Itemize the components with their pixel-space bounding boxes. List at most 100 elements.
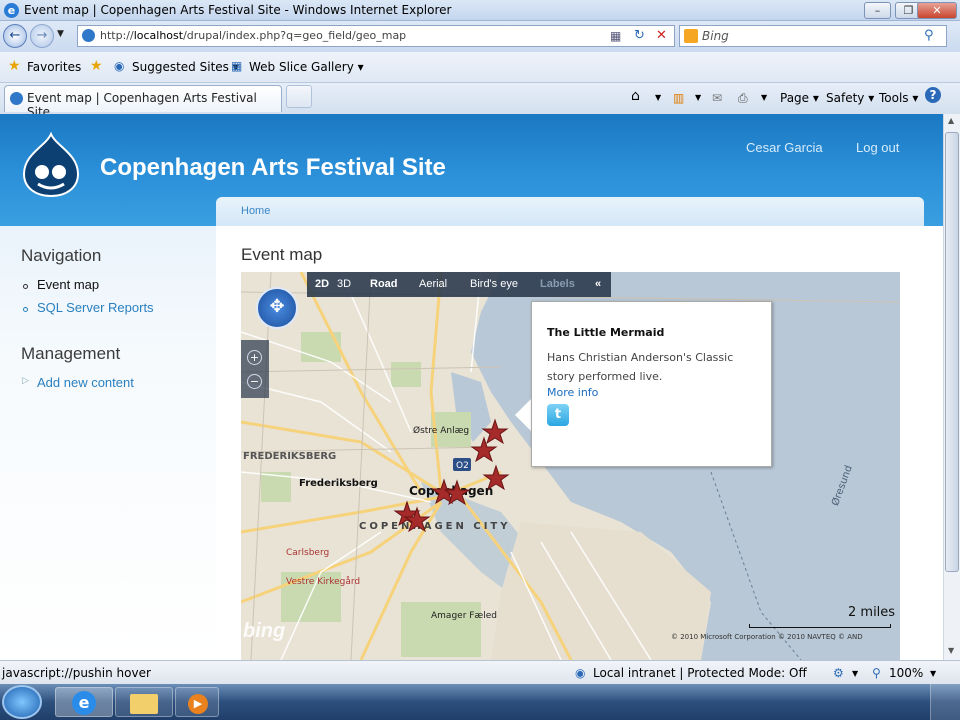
map-copyright: © 2010 Microsoft Corporation © 2010 NAVT… xyxy=(671,633,863,641)
tab-bar: Event map | Copenhagen Arts Festival Sit… xyxy=(0,83,960,119)
web-page: Copenhagen Arts Festival Site Cesar Garc… xyxy=(0,114,943,660)
feeds-dropdown-icon[interactable]: ▼ xyxy=(695,93,701,102)
protected-mode-icon[interactable]: ⚙ xyxy=(833,666,844,680)
tools-menu[interactable]: Tools ▾ xyxy=(879,91,918,105)
map-label: Amager Fæled xyxy=(431,611,497,621)
status-dropdown-icon[interactable]: ▼ xyxy=(852,669,858,678)
map-view-toolbar: 2D 3D Road Aerial Bird's eye Labels « xyxy=(307,272,611,297)
print-dropdown-icon[interactable]: ▼ xyxy=(761,93,767,102)
map-view-aerial[interactable]: Aerial xyxy=(419,278,447,290)
feeds-icon[interactable]: ▥ xyxy=(673,91,684,105)
add-favorite-icon[interactable]: ★ xyxy=(90,58,103,74)
page-scrollbar[interactable]: ▲ ▼ xyxy=(943,114,960,660)
map-mode-2d[interactable]: 2D xyxy=(315,278,329,290)
bullet-icon xyxy=(23,284,28,289)
map-label: Vestre Kirkegård xyxy=(286,576,360,587)
map-scale-label: 2 miles xyxy=(848,605,896,620)
back-button[interactable]: ← xyxy=(3,24,27,48)
url-text: http://localhost/drupal/index.php?q=geo_… xyxy=(100,29,407,42)
tab-event-map[interactable]: Event map | Copenhagen Arts Festival Sit… xyxy=(4,85,282,119)
forward-button[interactable]: → xyxy=(30,24,54,48)
security-zone[interactable]: Local intranet | Protected Mode: Off xyxy=(593,666,807,680)
popup-description: Hans Christian Anderson's Classic story … xyxy=(547,351,734,383)
map-zoom-control: + − xyxy=(241,340,269,398)
navigation-title: Navigation xyxy=(21,246,102,265)
twitter-icon[interactable]: t xyxy=(547,404,569,426)
management-item-add-new-content[interactable]: Add new content xyxy=(37,375,134,390)
zoom-out-icon[interactable]: − xyxy=(247,374,262,389)
taskbar-media-player-icon[interactable]: ▶ xyxy=(175,687,219,717)
bing-map[interactable]: FREDERIKSBERG Frederiksberg Copenhagen C… xyxy=(241,272,900,660)
more-info-link[interactable]: More info xyxy=(547,386,598,399)
search-icon[interactable]: ⚲ xyxy=(924,28,934,43)
nav-item-sql-server-reports[interactable]: SQL Server Reports xyxy=(37,300,154,315)
drupal-logo-icon[interactable] xyxy=(22,132,80,198)
zoom-level[interactable]: 100% xyxy=(889,666,923,680)
zoom-dropdown-icon[interactable]: ▼ xyxy=(930,669,936,678)
logout-link[interactable]: Log out xyxy=(856,140,899,155)
help-icon[interactable]: ? xyxy=(925,87,941,103)
search-input[interactable]: Bing xyxy=(702,29,729,43)
zoom-in-icon[interactable]: + xyxy=(247,350,262,365)
map-label: Østre Anlæg xyxy=(413,425,469,436)
main-content: Event map FREDERIKSBERG Frederiksberg CO… xyxy=(216,226,924,660)
svg-text:O2: O2 xyxy=(456,461,469,471)
breadcrumb-bar: Home xyxy=(216,197,924,227)
page-icon xyxy=(82,29,95,42)
suggested-sites-link[interactable]: Suggested Sites ▾ xyxy=(132,60,239,74)
home-dropdown-icon[interactable]: ▼ xyxy=(655,93,661,102)
compatibility-view-icon[interactable]: ▦ xyxy=(610,29,621,43)
scrollbar-thumb[interactable] xyxy=(945,132,959,572)
map-view-road[interactable]: Road xyxy=(370,278,398,290)
show-desktop-button[interactable] xyxy=(930,684,960,720)
map-pan-compass-icon[interactable]: ✥ xyxy=(256,287,298,329)
collapsed-arrow-icon: ▷ xyxy=(22,376,29,386)
page-menu[interactable]: Page ▾ xyxy=(780,91,819,105)
map-scale-bar xyxy=(749,624,891,628)
web-slice-gallery-link[interactable]: Web Slice Gallery ▾ xyxy=(249,60,364,74)
taskbar-explorer-icon[interactable] xyxy=(115,687,173,717)
map-labels-toggle[interactable]: Labels xyxy=(540,278,575,290)
print-icon[interactable]: ⎙ xyxy=(738,91,748,106)
web-slice-icon: ▦ xyxy=(231,59,243,73)
map-label: FREDERIKSBERG xyxy=(243,451,336,462)
window-title-bar: e Event map | Copenhagen Arts Festival S… xyxy=(0,0,960,21)
favorites-bar: ★ Favorites ★ ◉ Suggested Sites ▾ ▦ Web … xyxy=(0,52,960,83)
map-mode-3d[interactable]: 3D xyxy=(337,278,351,290)
new-tab-button[interactable] xyxy=(286,85,312,108)
breadcrumb-home[interactable]: Home xyxy=(241,205,270,217)
history-dropdown-icon[interactable]: ▼ xyxy=(57,29,64,39)
sidebar: Navigation Event map SQL Server Reports … xyxy=(0,226,216,660)
minimize-button[interactable]: – xyxy=(864,2,891,19)
popup-title: The Little Mermaid xyxy=(547,326,665,339)
safety-menu[interactable]: Safety ▾ xyxy=(826,91,874,105)
map-view-birds-eye[interactable]: Bird's eye xyxy=(470,278,518,290)
taskbar-ie-icon[interactable]: e xyxy=(55,687,113,717)
stop-icon[interactable]: ✕ xyxy=(656,28,667,43)
scroll-down-icon[interactable]: ▼ xyxy=(948,646,954,655)
close-window-button[interactable]: ✕ xyxy=(917,2,957,19)
page-title: Event map xyxy=(241,245,323,264)
window-title: Event map | Copenhagen Arts Festival Sit… xyxy=(24,3,452,17)
status-url: javascript://pushin hover xyxy=(2,666,151,680)
nav-item-event-map[interactable]: Event map xyxy=(37,277,99,292)
search-box[interactable]: Bing ⚲ xyxy=(679,25,947,47)
site-name[interactable]: Copenhagen Arts Festival Site xyxy=(100,154,446,182)
scroll-up-icon[interactable]: ▲ xyxy=(948,116,954,125)
address-bar[interactable]: http://localhost/drupal/index.php?q=geo_… xyxy=(77,25,675,47)
start-button-icon[interactable] xyxy=(2,685,42,719)
map-label: COPENHAGEN CITY xyxy=(359,521,511,532)
favorites-button[interactable]: Favorites xyxy=(27,60,81,74)
bullet-icon xyxy=(23,307,28,312)
event-info-popup: The Little Mermaid Hans Christian Anders… xyxy=(531,301,772,467)
user-link[interactable]: Cesar Garcia xyxy=(746,140,823,155)
map-collapse-toolbar[interactable]: « xyxy=(595,278,601,290)
mail-icon[interactable]: ✉ xyxy=(712,91,722,105)
zoom-icon: ⚲ xyxy=(872,666,881,680)
refresh-icon[interactable]: ↻ xyxy=(634,28,645,43)
bing-logo: bing xyxy=(243,620,286,642)
popup-pointer xyxy=(515,398,532,432)
ie-icon: e xyxy=(4,3,19,18)
home-icon[interactable]: ⌂ xyxy=(631,88,640,104)
map-label: Frederiksberg xyxy=(299,478,378,489)
